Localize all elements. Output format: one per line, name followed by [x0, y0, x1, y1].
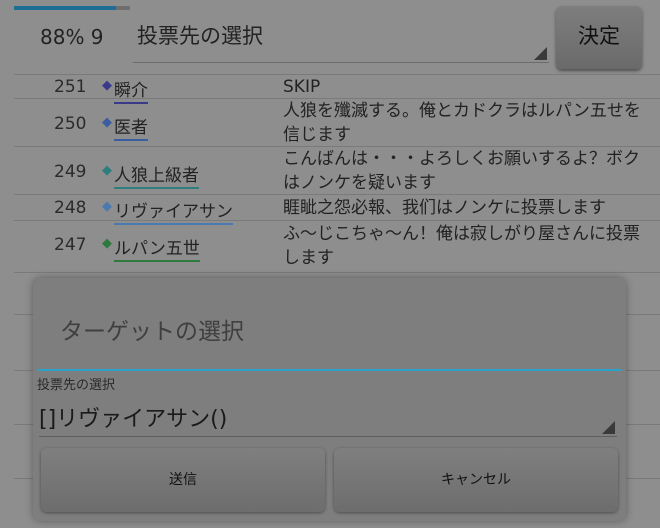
log-message: ふ～じこちゃ～ん！俺は寂しがり屋さんに投票します: [283, 224, 640, 268]
log-number: 248: [54, 198, 87, 218]
target-dropdown-value: []リヴァイアサン(): [39, 407, 228, 432]
send-button[interactable]: 送信: [41, 448, 325, 512]
target-selection-dialog: ターゲットの選択 投票先の選択 []リヴァイアサン() 送信 キャンセル: [33, 278, 626, 521]
log-row: 250 ◆ 医者 人狼を殲滅する。俺とカドクラはルパン五せを信じます: [14, 98, 660, 147]
dropdown-arrow-icon: [602, 421, 615, 434]
progress-bar: [14, 6, 130, 10]
log-number: 250: [54, 114, 87, 134]
log-row: 251 ◆ 瞬介 SKIP: [14, 74, 660, 104]
vote-target-select[interactable]: 投票先の選択: [133, 14, 549, 63]
dialog-title: ターゲットの選択: [60, 319, 244, 345]
vote-target-select-text: 投票先の選択: [137, 24, 263, 48]
log-number: 247: [54, 235, 87, 255]
dialog-title-divider: [37, 369, 622, 371]
cancel-button[interactable]: キャンセル: [334, 448, 618, 512]
row-divider: [14, 272, 660, 273]
dropdown-arrow-icon: [534, 47, 547, 60]
player-name-link[interactable]: 医者: [114, 113, 148, 141]
player-name-link[interactable]: 人狼上級者: [114, 161, 199, 189]
vote-target-label: 投票先の選択: [37, 378, 116, 393]
player-name-link[interactable]: ルパン五世: [114, 234, 200, 262]
log-row: 247 ◆ ルパン五世 ふ～じこちゃ～ん！俺は寂しがり屋さんに投票します: [14, 220, 660, 271]
diamond-icon: ◆: [102, 78, 112, 93]
status-text: 88% 9: [40, 25, 104, 49]
diamond-icon: ◆: [102, 236, 112, 251]
target-dropdown[interactable]: []リヴァイアサン(): [39, 394, 617, 437]
log-row: 249 ◆ 人狼上級者 こんばんは・・・よろしくお願いするよ？ボクはノンケを疑い…: [14, 146, 660, 195]
diamond-icon: ◆: [102, 163, 112, 178]
log-number: 251: [54, 77, 87, 97]
log-message: SKIP: [283, 77, 321, 97]
top-bar: 88% 9 投票先の選択 決定: [0, 0, 660, 74]
diamond-icon: ◆: [102, 199, 112, 214]
log-message: 睚眦之怨必報、我们はノンケに投票します: [283, 198, 606, 218]
log-message: 人狼を殲滅する。俺とカドクラはルパン五せを信じます: [283, 101, 641, 145]
log-number: 249: [54, 162, 87, 182]
diamond-icon: ◆: [102, 115, 112, 130]
log-message: こんばんは・・・よろしくお願いするよ？ボクはノンケを疑います: [283, 149, 640, 193]
progress-bar-fill: [14, 6, 117, 10]
log-row: 248 ◆ リヴァイアサン 睚眦之怨必報、我们はノンケに投票します: [14, 194, 660, 225]
decide-button[interactable]: 決定: [556, 6, 642, 69]
